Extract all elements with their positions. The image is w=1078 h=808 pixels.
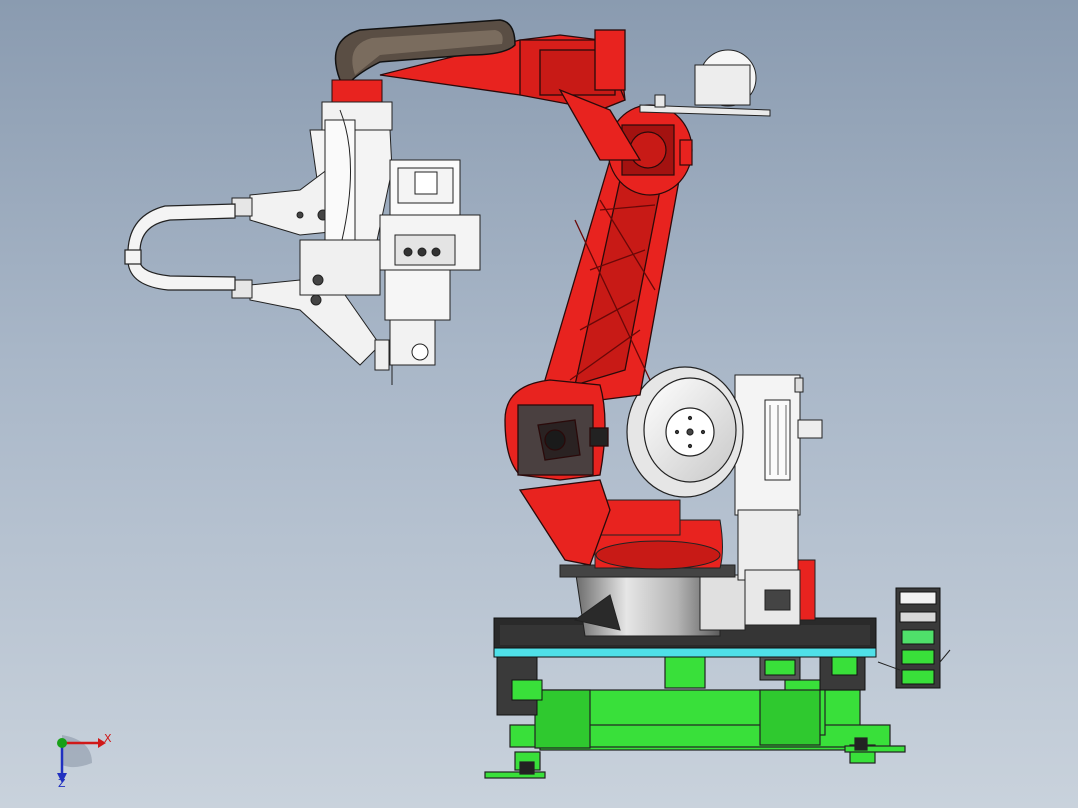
z-axis-label: Z	[58, 777, 66, 790]
electrode-arms	[124, 203, 236, 291]
motor-disc	[626, 366, 744, 498]
robot-lower-arm	[544, 159, 681, 406]
cable-chain	[877, 587, 951, 689]
cad-viewport[interactable]: X Z	[0, 0, 1078, 808]
spot-welding-gun	[231, 101, 481, 385]
triad-axes	[57, 735, 106, 783]
robot-model-scene[interactable]	[0, 0, 1078, 808]
coordinate-triad: X Z	[44, 725, 124, 800]
top-right-bracket	[639, 49, 771, 117]
rotating-base	[559, 564, 746, 637]
shoulder-joint	[504, 379, 611, 566]
x-axis-label: X	[104, 732, 112, 745]
